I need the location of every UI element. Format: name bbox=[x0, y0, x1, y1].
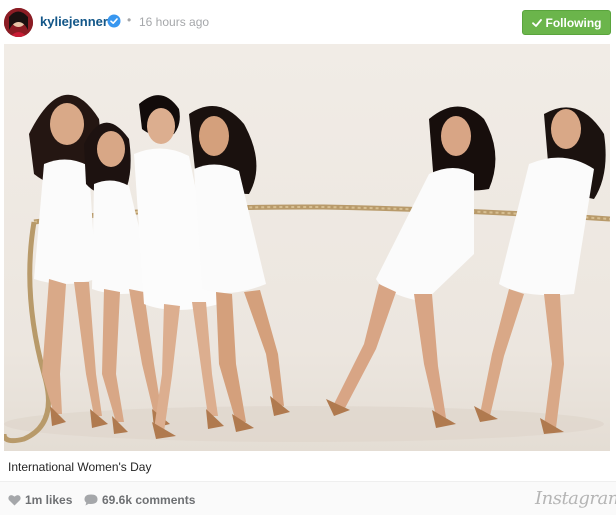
likes-count[interactable]: 1m likes bbox=[8, 493, 72, 507]
post-timestamp[interactable]: 16 hours ago bbox=[139, 15, 209, 29]
post-header: kyliejenner • 16 hours ago Following bbox=[0, 0, 616, 44]
post-footer: 1m likes 69.6k comments Instagram bbox=[0, 481, 616, 515]
avatar[interactable] bbox=[4, 8, 33, 37]
username-link[interactable]: kyliejenner bbox=[40, 14, 108, 29]
comments-label: 69.6k comments bbox=[102, 493, 196, 507]
checkmark-icon bbox=[531, 18, 542, 27]
instagram-logo[interactable]: Instagram bbox=[535, 488, 616, 509]
heart-icon bbox=[8, 495, 21, 506]
verified-badge-icon bbox=[107, 14, 121, 28]
likes-label: 1m likes bbox=[25, 493, 73, 507]
comments-count[interactable]: 69.6k comments bbox=[84, 493, 195, 507]
separator-dot: • bbox=[127, 13, 132, 27]
post-photo[interactable] bbox=[4, 44, 610, 451]
speech-bubble-icon bbox=[84, 494, 98, 506]
following-button-label: Following bbox=[545, 15, 602, 30]
following-button[interactable]: Following bbox=[522, 10, 611, 35]
post-caption: International Women's Day bbox=[8, 460, 152, 474]
